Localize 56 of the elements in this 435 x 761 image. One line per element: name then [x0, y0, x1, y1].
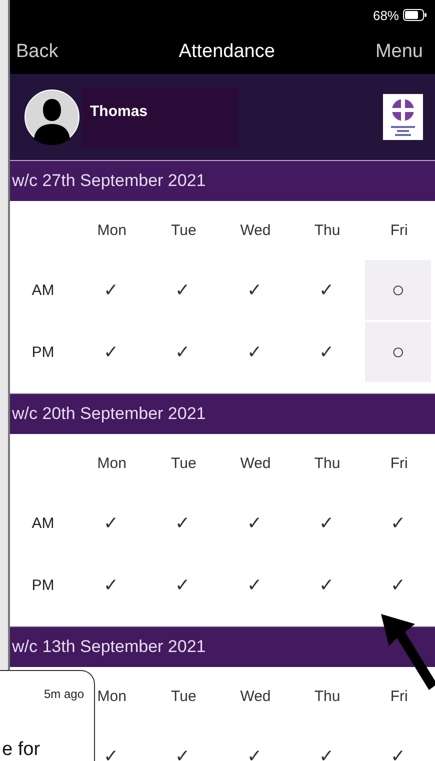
- attendance-mark: ✓: [102, 512, 120, 535]
- battery-percentage: 68%: [372, 8, 399, 22]
- session-label: PM: [30, 576, 56, 594]
- week-header: w/c 20th September 2021: [10, 393, 435, 434]
- attendance-mark: ✓: [318, 512, 335, 535]
- attendance-mark: ✓: [390, 745, 407, 761]
- attendance-mark: ✓: [246, 574, 263, 597]
- notification-time: 5m ago: [44, 687, 84, 701]
- day-label: Wed: [239, 222, 272, 238]
- day-label: Tue: [170, 454, 198, 472]
- back-button[interactable]: Back: [12, 39, 62, 65]
- day-label: Thu: [313, 222, 342, 238]
- session-label: AM: [30, 514, 56, 532]
- session-label: PM: [30, 344, 56, 360]
- attendance-mark: ✓: [246, 341, 263, 364]
- attendance-mark: ✓: [318, 279, 335, 302]
- attendance-mark: ✓: [102, 745, 120, 761]
- attendance-mark: ✓: [318, 574, 335, 597]
- avatar-icon: [24, 89, 80, 145]
- day-label: Thu: [313, 688, 342, 704]
- attendance-mark: ✓: [390, 512, 407, 535]
- student-name: Thomas: [82, 88, 238, 146]
- attendance-mark: ✓: [318, 341, 335, 364]
- attendance-mark: ✓: [102, 341, 120, 364]
- attendance-mark: ✓: [174, 512, 192, 535]
- attendance-mark: ✓: [318, 745, 335, 761]
- notification-text: e for: [2, 739, 40, 761]
- page-title: Attendance: [178, 41, 275, 63]
- menu-button[interactable]: Menu: [371, 39, 427, 65]
- attendance-mark: ○: [365, 260, 431, 320]
- attendance-mark: ✓: [174, 745, 192, 761]
- day-label: Fri: [389, 222, 409, 238]
- attendance-mark: ✓: [246, 279, 263, 302]
- attendance-mark: ✓: [102, 574, 120, 597]
- attendance-mark: ○: [365, 322, 431, 382]
- day-label: Tue: [170, 688, 198, 704]
- day-label: Fri: [389, 688, 409, 704]
- week-header: w/c 27th September 2021: [10, 160, 435, 201]
- week-header: w/c 13th September 2021: [10, 626, 435, 667]
- day-label: Wed: [239, 454, 272, 472]
- school-logo-icon: [383, 94, 423, 140]
- attendance-mark: ✓: [174, 279, 192, 302]
- day-label: Mon: [96, 454, 128, 472]
- attendance-mark: ✓: [246, 745, 263, 761]
- day-label: Thu: [313, 454, 342, 472]
- day-label: Fri: [389, 454, 409, 472]
- day-label: Mon: [96, 222, 128, 238]
- day-label: Wed: [239, 688, 272, 704]
- attendance-mark: ✓: [174, 574, 192, 597]
- session-label: AM: [30, 282, 56, 298]
- attendance-mark: ✓: [390, 574, 407, 597]
- battery-icon: [403, 9, 427, 21]
- attendance-mark: ✓: [174, 341, 192, 364]
- day-label: Tue: [170, 222, 198, 238]
- attendance-mark: ✓: [246, 512, 263, 535]
- attendance-mark: ✓: [102, 279, 120, 302]
